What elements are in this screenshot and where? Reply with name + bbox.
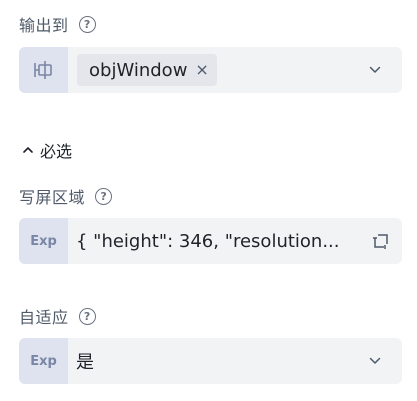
expression-prefix[interactable]: Exp — [19, 218, 68, 264]
adaptive-select[interactable]: Exp 是 — [19, 338, 402, 384]
output-to-label: 输出到 — [19, 16, 69, 35]
output-variable-tag: objWindow × — [77, 54, 217, 86]
variable-icon — [19, 47, 68, 93]
write-screen-area-input[interactable]: Exp { "height": 346, "resolution... — [19, 218, 402, 264]
expression-prefix-label: Exp — [30, 353, 57, 369]
chevron-down-icon[interactable] — [368, 63, 382, 77]
output-to-label-row: 输出到 ? — [19, 12, 96, 36]
expression-prefix-label: Exp — [30, 233, 57, 249]
expand-icon[interactable] — [372, 232, 390, 250]
output-to-select[interactable]: objWindow × — [19, 47, 402, 93]
chevron-down-icon[interactable] — [368, 354, 382, 368]
adaptive-label-row: 自适应 ? — [19, 304, 96, 328]
required-section-toggle[interactable]: 必选 — [22, 138, 72, 162]
help-icon[interactable]: ? — [78, 307, 96, 325]
variable-icon-svg — [33, 61, 52, 79]
adaptive-value: 是 — [76, 352, 94, 373]
help-icon[interactable]: ? — [95, 187, 113, 205]
expression-prefix[interactable]: Exp — [19, 338, 68, 384]
help-icon[interactable]: ? — [78, 15, 96, 33]
write-screen-area-label: 写屏区域 — [19, 188, 86, 207]
chevron-down-svg — [369, 66, 381, 73]
write-screen-area-label-row: 写屏区域 ? — [19, 184, 113, 208]
write-screen-area-value: { "height": 346, "resolution... — [76, 230, 340, 252]
chevron-up-icon — [23, 147, 33, 153]
adaptive-label: 自适应 — [19, 308, 69, 327]
close-icon[interactable]: × — [195, 62, 208, 78]
output-variable-tag-label: objWindow — [89, 59, 188, 81]
required-section-label: 必选 — [40, 142, 73, 161]
chevron-down-svg — [369, 357, 381, 364]
